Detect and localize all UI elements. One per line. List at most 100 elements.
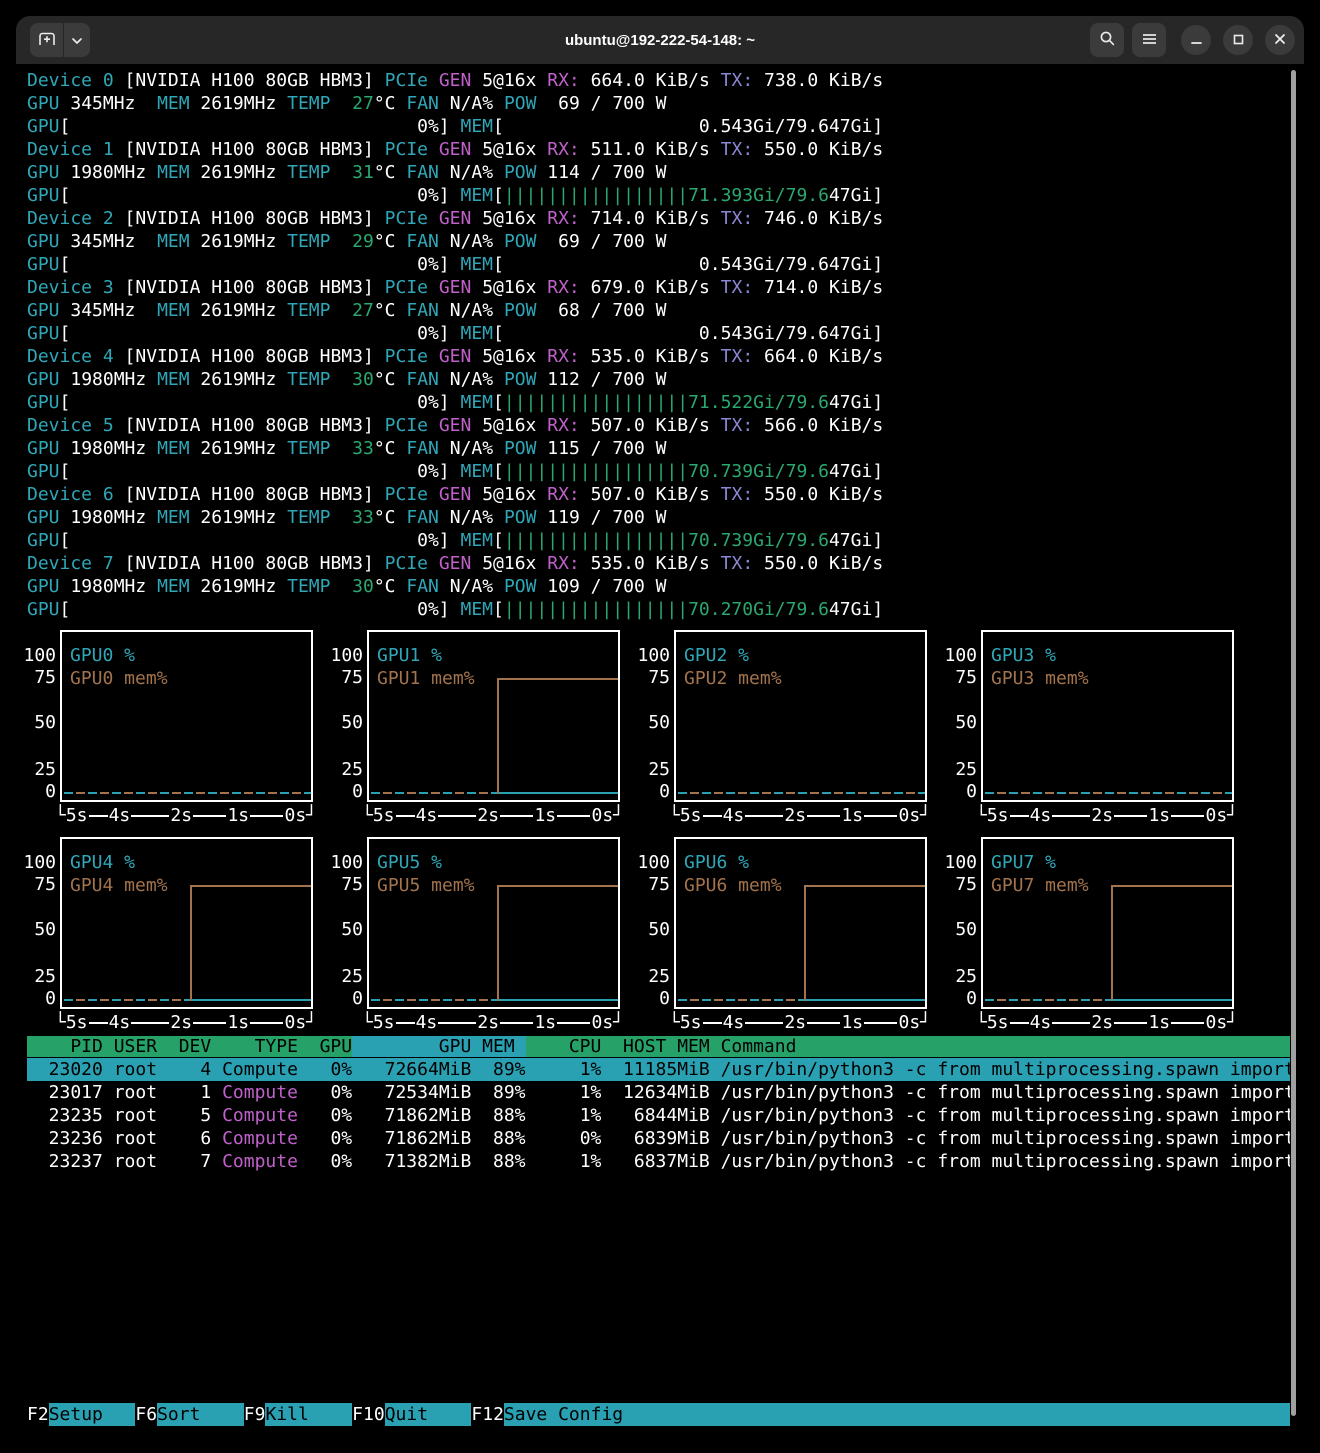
device-header-line: Device 7 [NVIDIA H100 80GB HBM3] PCIe GE… bbox=[27, 552, 883, 575]
device-clocks-line: GPU 345MHz MEM 2619MHz TEMP 27°C FAN N/A… bbox=[27, 299, 883, 322]
graph-y-tick: 75 bbox=[628, 873, 670, 896]
minimize-button[interactable] bbox=[1181, 25, 1211, 55]
graph-y-tick: 50 bbox=[14, 711, 56, 734]
graph-x-axis: └5s4s2s1s0s┘ bbox=[362, 1011, 624, 1034]
graph-plot-area: GPU6 %GPU6 mem% bbox=[674, 837, 927, 1009]
maximize-button[interactable] bbox=[1223, 25, 1253, 55]
fkey-action-sort[interactable]: Sort bbox=[157, 1403, 244, 1426]
graph-x-tick: 4s bbox=[1030, 1011, 1052, 1034]
graph-y-tick: 25 bbox=[321, 758, 363, 781]
graph-legend-gpu: GPU5 % bbox=[377, 851, 442, 874]
process-row[interactable]: 23235 root 5 Compute 0% 71862MiB 88% 1% … bbox=[27, 1104, 1290, 1127]
graph-legend-mem: GPU6 mem% bbox=[684, 874, 782, 897]
graph-x-tick: 0s┘ bbox=[1205, 1011, 1238, 1034]
close-button[interactable] bbox=[1265, 25, 1295, 55]
gpu-graph-GPU5: 1007550250GPU5 %GPU5 mem%└5s4s2s1s0s┘ bbox=[321, 837, 627, 1035]
process-table: PID USER DEV TYPE GPU GPU MEM CPU HOST M… bbox=[27, 1035, 1290, 1173]
device-clocks-line: GPU 1980MHz MEM 2619MHz TEMP 31°C FAN N/… bbox=[27, 161, 883, 184]
graph-legend-mem: GPU3 mem% bbox=[991, 667, 1089, 690]
menu-button[interactable] bbox=[1132, 23, 1166, 57]
close-icon bbox=[1274, 33, 1286, 48]
process-row[interactable]: 23236 root 6 Compute 0% 71862MiB 88% 0% … bbox=[27, 1127, 1290, 1150]
maximize-icon bbox=[1233, 33, 1244, 48]
graph-y-tick: 100 bbox=[14, 644, 56, 667]
device-header-line: Device 1 [NVIDIA H100 80GB HBM3] PCIe GE… bbox=[27, 138, 883, 161]
device-clocks-line: GPU 1980MHz MEM 2619MHz TEMP 30°C FAN N/… bbox=[27, 575, 883, 598]
graph-y-tick: 75 bbox=[321, 666, 363, 689]
graph-y-tick: 25 bbox=[935, 758, 977, 781]
process-table-header: PID USER DEV TYPE GPU GPU MEM CPU HOST M… bbox=[27, 1035, 1290, 1058]
graph-y-tick: 25 bbox=[935, 965, 977, 988]
device-header-line: Device 2 [NVIDIA H100 80GB HBM3] PCIe GE… bbox=[27, 207, 883, 230]
fkey-action-setup[interactable]: Setup bbox=[49, 1403, 136, 1426]
graph-y-tick: 50 bbox=[628, 711, 670, 734]
graph-y-tick: 50 bbox=[628, 918, 670, 941]
graph-x-tick: └5s bbox=[55, 1011, 88, 1034]
graph-legend-gpu: GPU7 % bbox=[991, 851, 1056, 874]
device-clocks-line: GPU 345MHz MEM 2619MHz TEMP 27°C FAN N/A… bbox=[27, 92, 883, 115]
new-tab-button-group bbox=[30, 23, 90, 57]
graph-y-tick: 100 bbox=[935, 644, 977, 667]
graph-x-tick: 0s┘ bbox=[898, 804, 931, 827]
device-bars-line: GPU[ 0%] MEM[|||||||||||||||||70.739Gi/7… bbox=[27, 460, 883, 483]
graph-legend-gpu: GPU6 % bbox=[684, 851, 749, 874]
graph-plot-area: GPU2 %GPU2 mem% bbox=[674, 630, 927, 802]
graph-x-tick: 2s bbox=[784, 1011, 806, 1034]
graph-x-tick: 1s bbox=[1148, 1011, 1170, 1034]
device-list: Device 0 [NVIDIA H100 80GB HBM3] PCIe GE… bbox=[27, 69, 883, 621]
titlebar: ubuntu@192-222-54-148: ~ bbox=[16, 16, 1304, 64]
graph-y-tick: 100 bbox=[628, 644, 670, 667]
graph-y-tick: 25 bbox=[14, 758, 56, 781]
graph-x-axis: └5s4s2s1s0s┘ bbox=[55, 804, 317, 827]
graph-x-tick: └5s bbox=[669, 1011, 702, 1034]
graph-legend-mem: GPU7 mem% bbox=[991, 874, 1089, 897]
graph-plot-area: GPU5 %GPU5 mem% bbox=[367, 837, 620, 1009]
graph-x-tick: └5s bbox=[362, 1011, 395, 1034]
function-key-bar: F2Setup F6Sort F9Kill F10Quit F12Save Co… bbox=[27, 1403, 1290, 1426]
gpu-graph-GPU7: 1007550250GPU7 %GPU7 mem%└5s4s2s1s0s┘ bbox=[935, 837, 1241, 1035]
gpu-graph-GPU0: 1007550250GPU0 %GPU0 mem%└5s4s2s1s0s┘ bbox=[14, 630, 320, 828]
graph-x-axis: └5s4s2s1s0s┘ bbox=[669, 804, 931, 827]
graph-x-tick: 4s bbox=[109, 804, 131, 827]
graph-y-tick: 25 bbox=[321, 965, 363, 988]
graph-x-tick: 0s┘ bbox=[1205, 804, 1238, 827]
search-button[interactable] bbox=[1090, 23, 1124, 57]
device-bars-line: GPU[ 0%] MEM[|||||||||||||||||70.270Gi/7… bbox=[27, 598, 883, 621]
graph-plot-area: GPU1 %GPU1 mem% bbox=[367, 630, 620, 802]
graph-x-tick: 2s bbox=[1091, 1011, 1113, 1034]
graph-plot-area: GPU7 %GPU7 mem% bbox=[981, 837, 1234, 1009]
fkey-action-quit[interactable]: Quit bbox=[385, 1403, 472, 1426]
process-row[interactable]: 23237 root 7 Compute 0% 71382MiB 88% 1% … bbox=[27, 1150, 1290, 1173]
graph-x-tick: 1s bbox=[534, 804, 556, 827]
graph-x-tick: 4s bbox=[1030, 804, 1052, 827]
tab-dropdown-button[interactable] bbox=[63, 23, 90, 57]
fkey-key-F10: F10 bbox=[352, 1403, 385, 1426]
gpu-graph-GPU6: 1007550250GPU6 %GPU6 mem%└5s4s2s1s0s┘ bbox=[628, 837, 934, 1035]
device-header-line: Device 5 [NVIDIA H100 80GB HBM3] PCIe GE… bbox=[27, 414, 883, 437]
gpu-graph-GPU3: 1007550250GPU3 %GPU3 mem%└5s4s2s1s0s┘ bbox=[935, 630, 1241, 828]
fkey-key-F12: F12 bbox=[471, 1403, 504, 1426]
graph-x-tick: └5s bbox=[976, 804, 1009, 827]
graph-legend-mem: GPU1 mem% bbox=[377, 667, 475, 690]
graph-legend-mem: GPU4 mem% bbox=[70, 874, 168, 897]
graph-x-tick: 0s┘ bbox=[898, 1011, 931, 1034]
graph-x-tick: 2s bbox=[477, 804, 499, 827]
graph-y-tick: 0 bbox=[321, 780, 363, 803]
process-row[interactable]: 23017 root 1 Compute 0% 72534MiB 89% 1% … bbox=[27, 1081, 1290, 1104]
graph-x-axis: └5s4s2s1s0s┘ bbox=[362, 804, 624, 827]
fkey-action-kill[interactable]: Kill bbox=[265, 1403, 352, 1426]
scrollbar[interactable] bbox=[1291, 70, 1296, 1416]
graph-x-tick: 2s bbox=[1091, 804, 1113, 827]
graph-plot-area: GPU3 %GPU3 mem% bbox=[981, 630, 1234, 802]
fkey-action-save-config[interactable]: Save Config bbox=[504, 1403, 1290, 1426]
graph-x-tick: 0s┘ bbox=[284, 804, 317, 827]
new-tab-button[interactable] bbox=[30, 23, 63, 57]
graph-x-tick: 4s bbox=[416, 804, 438, 827]
graph-y-tick: 75 bbox=[935, 666, 977, 689]
minimize-icon bbox=[1191, 33, 1202, 48]
process-row[interactable]: 23020 root 4 Compute 0% 72664MiB 89% 1% … bbox=[27, 1058, 1290, 1081]
graph-x-tick: 0s┘ bbox=[591, 1011, 624, 1034]
graph-x-tick: 1s bbox=[227, 804, 249, 827]
graph-y-tick: 100 bbox=[935, 851, 977, 874]
search-icon bbox=[1099, 30, 1116, 50]
